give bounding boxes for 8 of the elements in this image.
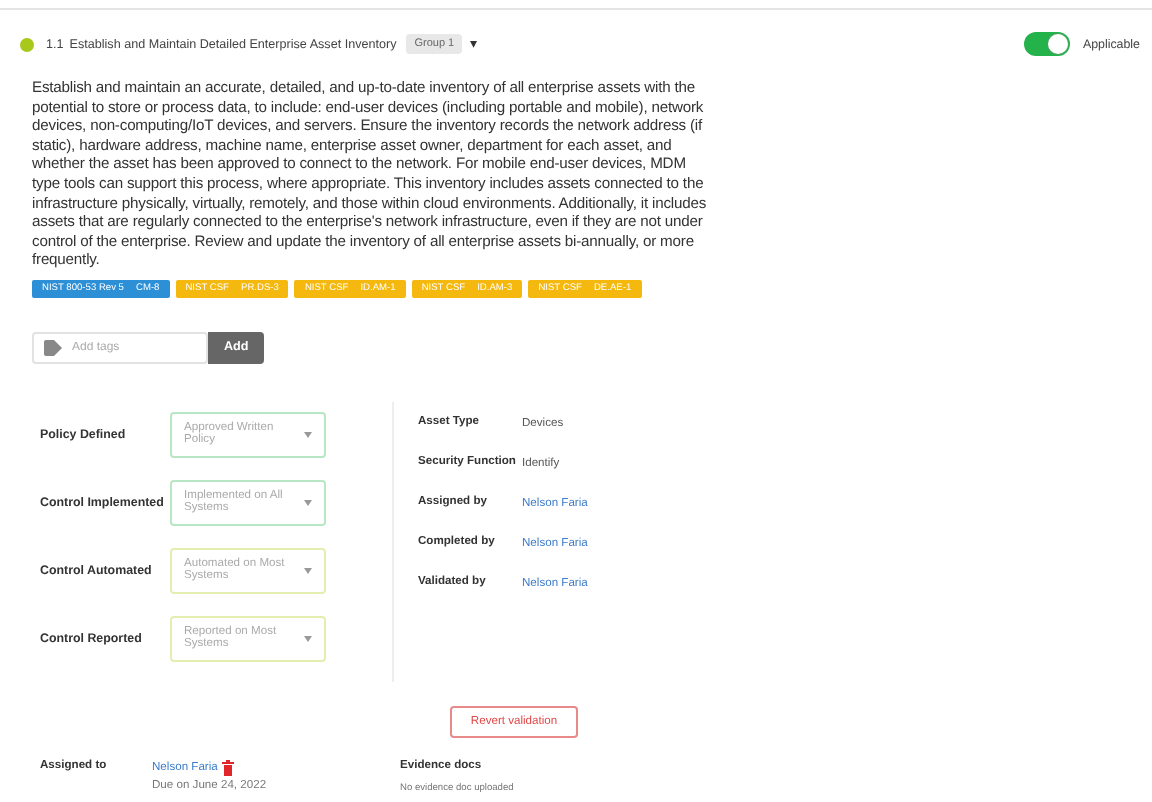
caret-icon (304, 567, 312, 574)
status-dot (20, 37, 34, 51)
caret-icon (304, 635, 312, 642)
applicable-toggle[interactable] (1024, 32, 1071, 56)
caret-icon (304, 499, 312, 506)
trash-icon[interactable] (221, 759, 234, 776)
caret-icon (304, 431, 312, 438)
tag-icon (44, 339, 64, 356)
